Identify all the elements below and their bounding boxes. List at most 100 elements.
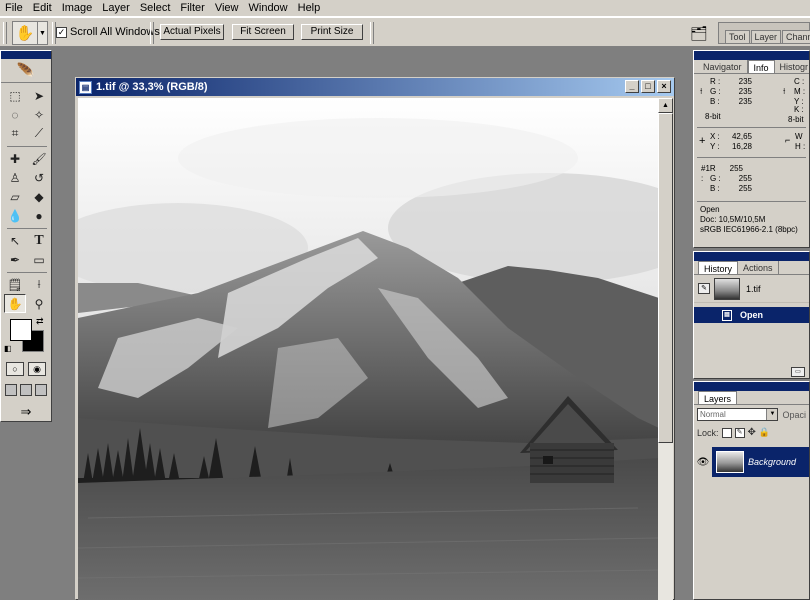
brush-tool-icon[interactable]: 🖌 <box>28 149 50 168</box>
options-grip[interactable] <box>3 22 7 44</box>
paint-bucket-tool-icon[interactable]: ◆ <box>28 187 50 206</box>
document-title: 1.tif @ 33,3% (RGB/8) <box>96 81 208 93</box>
maximize-button[interactable]: □ <box>641 80 655 93</box>
tab-histogram[interactable]: Histogr <box>775 60 809 73</box>
type-tool-icon[interactable]: T <box>28 231 50 250</box>
tab-info[interactable]: Info <box>747 60 775 73</box>
chevron-down-icon: ▼ <box>766 409 778 420</box>
dropdown-arrow-icon: ▼ <box>37 22 47 44</box>
menu-layer[interactable]: Layer <box>97 0 135 17</box>
blend-mode-select[interactable]: Normal ▼ <box>697 408 779 421</box>
layers-panel-titlebar[interactable] <box>694 382 809 391</box>
crosshair-icon: + <box>699 135 706 147</box>
layers-panel: Layers Normal ▼ Opaci Lock: ✎ ✥ 🔒 👁 Back… <box>693 381 810 600</box>
menu-image[interactable]: Image <box>57 0 98 17</box>
marquee-tool-icon[interactable]: ⬚ <box>4 86 26 105</box>
menu-select[interactable]: Select <box>135 0 176 17</box>
color-profile: sRGB IEC61966-2.1 (8bpc) <box>700 225 798 234</box>
path-selection-tool-icon[interactable]: ↖ <box>4 231 26 250</box>
feather-logo-icon[interactable]: 🪶 <box>1 59 51 83</box>
well-tab-channels[interactable]: Channe <box>782 30 810 43</box>
scroll-all-checkbox[interactable]: ✓ <box>56 26 67 38</box>
r-label: R : <box>710 77 721 86</box>
new-snapshot-icon[interactable]: ▭ <box>791 367 805 377</box>
tab-navigator[interactable]: Navigator <box>698 60 748 73</box>
minimize-button[interactable]: _ <box>625 80 639 93</box>
standard-mode-icon[interactable]: ○ <box>6 362 24 376</box>
menu-help[interactable]: Help <box>293 0 326 17</box>
move-tool-icon[interactable]: ➤ <box>28 86 50 105</box>
crop-tool-icon[interactable]: ⌗ <box>4 124 26 143</box>
snapshot-source-icon[interactable]: ✎ <box>698 283 710 294</box>
foreground-color-swatch[interactable] <box>10 319 32 341</box>
eraser-tool-icon[interactable]: ▱ <box>4 187 26 206</box>
history-brush-tool-icon[interactable]: ↺ <box>28 168 50 187</box>
print-size-button[interactable]: Print Size <box>301 24 363 40</box>
menu-view[interactable]: View <box>210 0 244 17</box>
lock-position-icon[interactable]: ✥ <box>748 427 756 438</box>
menu-filter[interactable]: Filter <box>175 0 209 17</box>
doc-size: Doc: 10,5M/10,5M <box>700 215 766 224</box>
toolbox: 🪶 ⬚ ➤ ◌ ✧ ⌗ ⟋ ✚ 🖌 ♙ ↺ ▱ ◆ 💧 ● ↖ T ✒ ▭ 🗒 … <box>0 50 52 422</box>
default-colors-icon[interactable]: ◧ <box>4 344 12 353</box>
pen-tool-icon[interactable]: ✒ <box>4 250 26 269</box>
lock-transparency-icon[interactable] <box>721 427 732 438</box>
document-titlebar[interactable]: ▤ 1.tif @ 33,3% (RGB/8) _ □ × <box>76 78 674 96</box>
image-canvas[interactable] <box>78 98 659 600</box>
menu-edit[interactable]: Edit <box>28 0 57 17</box>
eye-icon[interactable]: 👁 <box>694 457 712 468</box>
lasso-tool-icon[interactable]: ◌ <box>4 105 26 124</box>
layer-selected[interactable]: Background <box>712 447 809 477</box>
magic-wand-tool-icon[interactable]: ✧ <box>28 105 50 124</box>
tab-layers[interactable]: Layers <box>698 391 738 404</box>
history-snapshot[interactable]: ✎ 1.tif <box>694 275 809 303</box>
file-browser-icon[interactable]: 🗂 <box>688 22 710 44</box>
scroll-up-button[interactable]: ▲ <box>658 98 673 113</box>
y-label: Y : <box>710 142 720 151</box>
swap-colors-icon[interactable]: ⇄ <box>36 316 44 327</box>
actual-pixels-button[interactable]: Actual Pixels <box>160 24 224 40</box>
eyedropper-tool-icon[interactable]: ⟊ <box>28 275 50 294</box>
lock-pixels-icon[interactable]: ✎ <box>734 427 745 438</box>
history-panel-titlebar[interactable] <box>694 252 809 261</box>
c-label: C : <box>794 77 805 86</box>
status-line: Open <box>700 205 720 214</box>
layer-row-background[interactable]: 👁 Background <box>694 447 809 477</box>
lock-all-icon[interactable]: 🔒 <box>759 427 770 438</box>
scroll-all-windows-option[interactable]: ✓ Scroll All Windows <box>56 26 160 38</box>
well-tab-layer[interactable]: Layer <box>750 30 782 43</box>
toolbox-separator <box>7 269 47 273</box>
full-screen-menu-mode-icon[interactable] <box>19 384 32 396</box>
dodge-tool-icon[interactable]: ● <box>28 206 50 225</box>
scroll-thumb[interactable] <box>658 113 673 443</box>
standard-screen-mode-icon[interactable] <box>5 384 18 396</box>
blur-tool-icon[interactable]: 💧 <box>4 206 26 225</box>
k-label: K : <box>794 105 804 114</box>
quick-mask-mode-icon[interactable]: ◉ <box>28 362 46 376</box>
full-screen-mode-icon[interactable] <box>34 384 47 396</box>
menu-window[interactable]: Window <box>244 0 293 17</box>
color-swatches: ⇄ ◧ <box>4 316 48 358</box>
zoom-tool-icon[interactable]: ⚲ <box>28 294 50 313</box>
toolbox-separator <box>7 225 47 229</box>
healing-brush-tool-icon[interactable]: ✚ <box>4 149 26 168</box>
hand-tool-icon[interactable]: ✋ <box>4 294 26 313</box>
slice-tool-icon[interactable]: ⟋ <box>28 124 50 143</box>
fit-screen-button[interactable]: Fit Screen <box>232 24 294 40</box>
vertical-scrollbar[interactable]: ▲ <box>658 98 673 600</box>
tab-actions[interactable]: Actions <box>738 261 779 274</box>
clone-stamp-tool-icon[interactable]: ♙ <box>4 168 26 187</box>
info-panel-titlebar[interactable] <box>694 51 809 60</box>
tab-history[interactable]: History <box>698 261 739 274</box>
history-state-open[interactable]: ▤ Open <box>694 307 809 323</box>
jump-to-imageready-icon[interactable]: ⇒ <box>1 400 51 420</box>
snapshot-label: 1.tif <box>746 283 761 294</box>
toolbox-titlebar[interactable] <box>1 51 51 59</box>
menu-file[interactable]: File <box>0 0 28 17</box>
tool-preset-picker[interactable]: ✋ ▼ <box>12 21 48 45</box>
shape-tool-icon[interactable]: ▭ <box>28 250 50 269</box>
layer-thumbnail <box>716 451 744 473</box>
notes-tool-icon[interactable]: 🗒 <box>4 275 26 294</box>
well-tab-tool[interactable]: Tool <box>725 30 750 43</box>
close-button[interactable]: × <box>657 80 671 93</box>
